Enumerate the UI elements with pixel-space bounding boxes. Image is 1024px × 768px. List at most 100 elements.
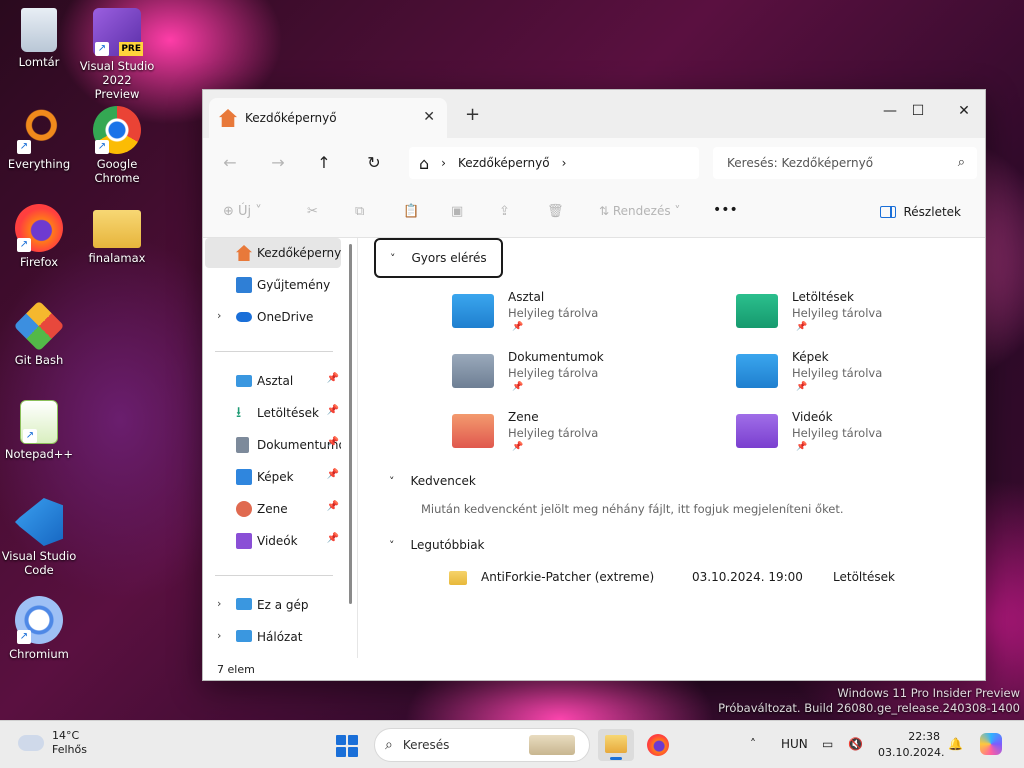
details-pane-button[interactable]: Részletek [879,205,961,219]
breadcrumb-separator[interactable]: › [441,156,446,170]
desktop-icon-vscode[interactable]: Visual Studio Code [1,498,77,577]
desktop-icon [236,375,252,387]
rename-icon[interactable]: ▣ [451,204,463,219]
sidebar-item-network[interactable]: › Hálózat [205,622,341,652]
quick-access-item-pictures[interactable]: Képek Helyileg tárolva 📌 [736,348,976,400]
git-bash-icon [13,300,65,352]
desktop-icon-label: Everything [7,157,71,171]
quick-access-item-music[interactable]: Zene Helyileg tárolva 📌 [452,408,692,460]
copilot-icon[interactable] [980,733,1002,755]
back-button[interactable]: ← [219,152,241,174]
download-icon: ⭳ [236,403,242,421]
new-tab-button[interactable]: + [465,104,480,125]
desktop-icon-notepad-plus-plus[interactable]: ↗ Notepad++ [1,400,77,461]
sidebar-scrollbar[interactable] [349,244,352,604]
sidebar-item-music[interactable]: Zene 📌 [205,494,341,524]
share-icon[interactable]: ⇪ [499,204,510,219]
close-window-button[interactable]: ✕ [941,96,987,126]
chevron-right-icon[interactable]: › [217,597,221,610]
breadcrumb-separator[interactable]: › [562,156,567,170]
sidebar-item-desktop[interactable]: Asztal 📌 [205,366,341,396]
sidebar-item-pictures[interactable]: Képek 📌 [205,462,341,492]
address-bar[interactable]: ⌂ › Kezdőképernyő › [409,147,699,179]
sidebar-item-downloads[interactable]: ⭳ Letöltések 📌 [205,398,341,428]
pin-icon: 📌 [326,501,339,512]
more-options-button[interactable]: ••• [713,202,738,218]
desktop-icon-label: finalamax [88,251,146,265]
quick-access-item-videos[interactable]: Videók Helyileg tárolva 📌 [736,408,976,460]
home-icon[interactable]: ⌂ [419,154,429,173]
quick-access-item-downloads[interactable]: Letöltések Helyileg tárolva 📌 [736,288,976,340]
search-input[interactable]: Keresés: Kezdőképernyő ⌕ [713,147,977,179]
navigation-bar: ← → ↑ ↻ ⌂ › Kezdőképernyő › Keresés: Kez… [203,138,985,188]
desktop-icon-recycle-bin[interactable]: Lomtár [1,8,77,69]
item-status: Helyileg tárolva [792,366,883,380]
windows-logo-tile [336,735,346,745]
start-button[interactable] [336,735,358,757]
chevron-down-icon[interactable]: ˅ [389,475,395,488]
sidebar-item-videos[interactable]: Videók 📌 [205,526,341,556]
home-icon [236,245,252,261]
desktop-icon-git-bash[interactable]: Git Bash [1,300,77,367]
shortcut-arrow-icon: ↗ [17,140,31,154]
sort-button[interactable]: ⇅ Rendezés ˅ [599,204,680,218]
delete-icon[interactable]: 🗑 [547,204,564,219]
chevron-down-icon[interactable]: ˅ [389,539,395,552]
sidebar-item-home[interactable]: Kezdőképernyő [205,238,341,268]
network-icon[interactable]: ▭ [822,737,833,751]
forward-button[interactable]: → [267,152,289,174]
clock[interactable]: 22:38 03.10.2024. [878,729,944,761]
close-tab-icon[interactable]: ✕ [423,109,435,125]
desktop-icon-everything[interactable]: ↗ Everything [1,106,77,171]
desktop-icon-label: Git Bash [14,353,64,367]
notification-bell-icon[interactable]: 🔔 [948,737,963,751]
chevron-right-icon[interactable]: › [217,629,221,642]
search-highlight-image [529,735,575,755]
desktop-icon-visual-studio[interactable]: PRE ↗ Visual Studio 2022 Preview [79,8,155,101]
chevron-down-icon[interactable]: ˅ [390,252,396,265]
up-button[interactable]: ↑ [313,152,335,174]
quick-access-item-desktop[interactable]: Asztal Helyileg tárolva 📌 [452,288,692,340]
desktop-icon-finalamax[interactable]: finalamax [79,204,155,265]
desktop-icon-chromium[interactable]: ↗ Chromium [1,596,77,661]
vscode-icon [15,498,63,546]
item-status: Helyileg tárolva [508,426,599,440]
new-button[interactable]: ⊕ Új ˅ [223,204,262,219]
documents-icon [236,437,249,453]
taskbar-search[interactable]: ⌕ Keresés [374,728,590,762]
favorites-empty-text: Miután kedvencként jelölt meg néhány fáj… [421,502,844,516]
taskbar-file-explorer[interactable] [598,729,634,761]
copy-icon[interactable]: ⧉ [355,204,364,219]
chevron-right-icon[interactable]: › [217,309,221,322]
sidebar-item-gallery[interactable]: Gyűjtemény [205,270,341,300]
sidebar-item-label: Ez a gép [257,598,309,612]
videos-icon [236,533,252,549]
desktop-icon-firefox[interactable]: ↗ Firefox [1,204,77,269]
tab-home[interactable]: Kezdőképernyő ✕ [209,98,447,138]
section-favorites[interactable]: ˅ Kedvencek [389,474,476,488]
weather-widget[interactable]: 14°C Felhős [18,729,87,757]
recent-file-row[interactable]: AntiForkie-Patcher (extreme) 03.10.2024.… [449,568,949,590]
sidebar-item-documents[interactable]: Dokumentumok 📌 [205,430,341,460]
section-recent[interactable]: ˅ Legutóbbiak [389,538,485,552]
show-hidden-icons-button[interactable]: ˄ [750,737,756,751]
input-language-indicator[interactable]: HUN [781,737,808,751]
preview-badge: PRE [119,42,143,56]
volume-muted-icon[interactable]: 🔇 [848,737,863,751]
refresh-button[interactable]: ↻ [363,152,385,174]
sidebar-item-label: Letöltések [257,406,319,420]
windows-logo-tile [348,747,358,757]
sidebar-item-label: Képek [257,470,294,484]
documents-folder-icon [452,354,494,388]
quick-access-item-documents[interactable]: Dokumentumok Helyileg tárolva 📌 [452,348,692,400]
section-quick-access[interactable]: ˅ Gyors elérés [374,238,503,278]
sidebar-item-onedrive[interactable]: › OneDrive [205,302,341,332]
desktop-icon-chrome[interactable]: ↗ Google Chrome [79,106,155,185]
paste-icon[interactable]: 📋 [403,204,419,219]
taskbar-firefox[interactable] [640,729,676,761]
breadcrumb-location[interactable]: Kezdőképernyő [458,156,550,170]
cut-icon[interactable]: ✂ [307,204,318,219]
sidebar-item-this-pc[interactable]: › Ez a gép [205,590,341,620]
sidebar-item-label: OneDrive [257,310,314,324]
maximize-button[interactable]: ☐ [895,96,941,126]
